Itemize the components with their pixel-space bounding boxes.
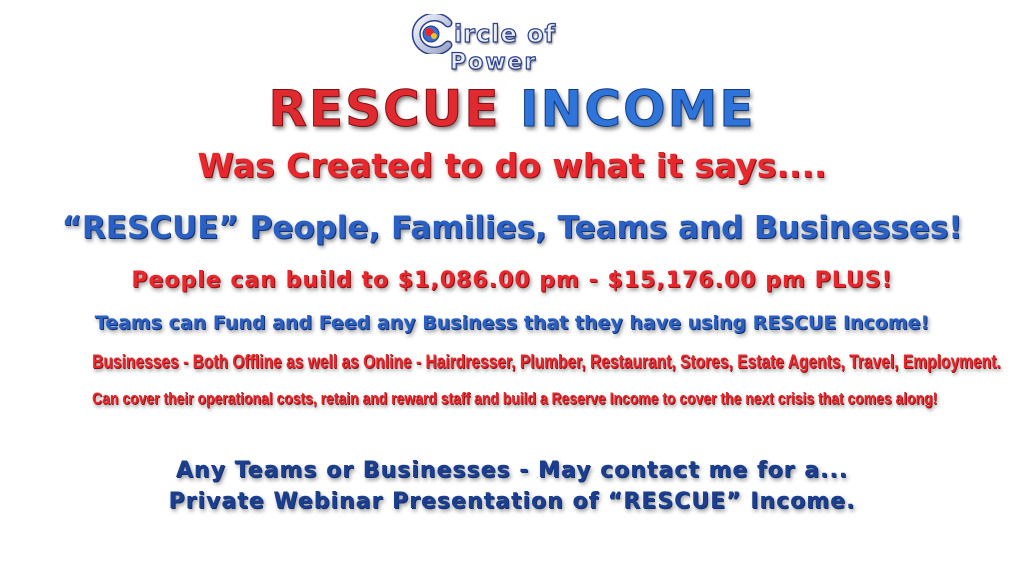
- earnings-line: People can build to $1,086.00 pm - $15,1…: [131, 268, 893, 293]
- rescue-people-heading: “RESCUE” People, Families, Teams and Bus…: [61, 210, 963, 246]
- main-title: RESCUE INCOME: [0, 78, 1024, 140]
- circle-of-power-logo-icon: [411, 14, 453, 54]
- contact-line-1: Any Teams or Businesses - May contact me…: [175, 458, 849, 483]
- contact-line-2: Private Webinar Presentation of “RESCUE”…: [168, 489, 856, 514]
- circle-of-power-logo: ircle of Power: [410, 12, 630, 76]
- businesses-line: Businesses - Both Offline as well as Onl…: [92, 352, 1001, 373]
- title-word-rescue: RESCUE: [268, 80, 501, 139]
- logo-text-power: Power: [449, 49, 538, 75]
- created-heading: Was Created to do what it says....: [197, 146, 827, 185]
- logo-text-circle-of: ircle of: [453, 19, 557, 48]
- title-word-income: INCOME: [519, 80, 756, 139]
- teams-line: Teams can Fund and Feed any Business tha…: [94, 312, 930, 334]
- cover-costs-line: Can cover their operational costs, retai…: [92, 389, 938, 408]
